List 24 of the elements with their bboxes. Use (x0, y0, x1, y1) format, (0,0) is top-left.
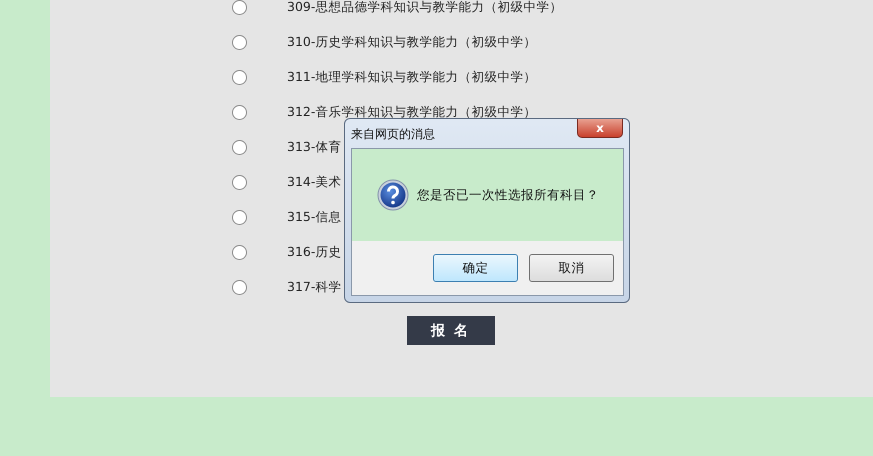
radio-button[interactable] (232, 0, 247, 15)
subject-label: 316-历史 (287, 244, 342, 261)
confirm-button[interactable]: 确定 (433, 254, 518, 282)
radio-button[interactable] (232, 35, 247, 50)
subject-label: 317-科学 (287, 279, 342, 296)
subject-label: 312-音乐学科知识与教学能力（初级中学） (287, 104, 536, 121)
submit-button[interactable]: 报 名 (406, 316, 494, 345)
radio-button[interactable] (232, 210, 247, 225)
radio-button[interactable] (232, 280, 247, 295)
dialog-message: 您是否已一次性选报所有科目？ (417, 186, 599, 204)
subject-label: 309-思想品德学科知识与教学能力（初级中学） (287, 0, 562, 16)
radio-button[interactable] (232, 140, 247, 155)
subject-label: 315-信息 (287, 209, 342, 226)
subject-label: 313-体育 (287, 139, 342, 156)
radio-button[interactable] (232, 105, 247, 120)
cancel-button[interactable]: 取消 (529, 254, 614, 282)
subject-label: 310-历史学科知识与教学能力（初级中学） (287, 34, 536, 51)
question-icon (377, 179, 409, 211)
radio-button[interactable] (232, 245, 247, 260)
subject-label: 311-地理学科知识与教学能力（初级中学） (287, 69, 536, 86)
radio-button[interactable] (232, 175, 247, 190)
radio-button[interactable] (232, 70, 247, 85)
dialog-title: 来自网页的消息 (351, 126, 435, 143)
subject-label: 314-美术 (287, 174, 342, 191)
